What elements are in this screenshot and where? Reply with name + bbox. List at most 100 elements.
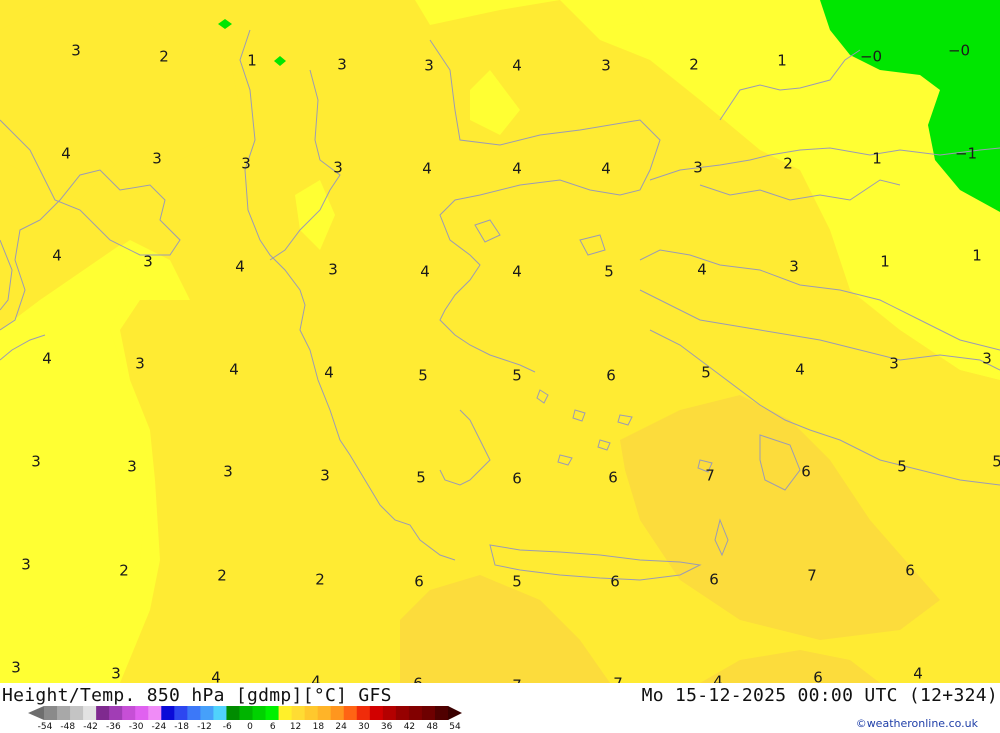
legend-swatch <box>122 706 136 720</box>
contour-value: 3 <box>982 349 992 368</box>
legend-swatch <box>83 706 97 720</box>
legend-swatch <box>239 706 254 720</box>
legend-tick-label: 42 <box>403 722 416 732</box>
legend-tick-label: 12 <box>289 722 302 732</box>
contour-value: −0 <box>947 41 971 60</box>
legend-swatch <box>70 706 84 720</box>
map-canvas <box>0 0 1000 683</box>
contour-value: 2 <box>159 47 169 66</box>
contour-value: 1 <box>880 252 890 271</box>
contour-value: −0 <box>859 47 883 66</box>
legend-swatch <box>382 706 397 720</box>
legend-tick-label: 0 <box>247 722 253 732</box>
legend-swatch <box>148 706 162 720</box>
legend-tick-label: -24 <box>151 722 167 732</box>
legend-tick-label: -36 <box>105 722 121 732</box>
contour-value: 6 <box>608 468 618 487</box>
legend-tick-label: 48 <box>426 722 438 732</box>
contour-value: 1 <box>972 246 982 265</box>
legend-swatch <box>161 706 175 720</box>
contour-value: 3 <box>11 658 21 677</box>
color-scale-legend <box>28 706 462 720</box>
legend-tick-label: 18 <box>312 722 325 732</box>
contour-value: 3 <box>337 55 347 74</box>
legend-arrow-right <box>448 706 462 720</box>
contour-value: 4 <box>52 246 62 265</box>
legend-swatch <box>226 706 240 720</box>
contour-value: 6 <box>606 366 616 385</box>
contour-value: 5 <box>512 366 522 385</box>
contour-value: 3 <box>333 158 343 177</box>
contour-value: 4 <box>512 262 522 281</box>
contour-value: 3 <box>223 462 233 481</box>
legend-tick-label: -12 <box>197 722 212 732</box>
legend-swatch <box>369 706 384 720</box>
contour-value: 4 <box>61 144 71 163</box>
legend-swatch <box>317 706 332 720</box>
legend-swatch <box>421 706 436 720</box>
contour-value: 3 <box>889 354 899 373</box>
contour-value: 4 <box>512 159 522 178</box>
contour-value: 5 <box>701 363 711 382</box>
contour-value: 3 <box>152 149 162 168</box>
contour-value: 6 <box>801 462 811 481</box>
contour-value: 6 <box>709 570 719 589</box>
contour-value: 3 <box>789 257 799 276</box>
legend-swatch <box>252 706 267 720</box>
contour-value: 1 <box>872 149 882 168</box>
credit-link[interactable]: ©weatheronline.co.uk <box>856 717 978 730</box>
contour-value: 7 <box>807 566 817 585</box>
legend-swatch <box>174 706 188 720</box>
map-title: Height/Temp. 850 hPa [gdmp][°C] GFS <box>2 685 392 706</box>
contour-value: −1 <box>954 144 978 163</box>
legend-swatch <box>395 706 410 720</box>
legend-tick-label: 36 <box>380 722 393 732</box>
weather-map <box>0 0 1000 683</box>
contour-value: 3 <box>241 154 251 173</box>
legend-swatch <box>278 706 293 720</box>
legend-swatch <box>408 706 423 720</box>
contour-value: 5 <box>416 468 426 487</box>
legend-swatch <box>356 706 371 720</box>
legend-swatch <box>434 706 449 720</box>
contour-value: 1 <box>777 51 787 70</box>
contour-value: 3 <box>424 56 434 75</box>
contour-value: 6 <box>414 572 424 591</box>
legend-swatch <box>330 706 345 720</box>
legend-swatch <box>304 706 319 720</box>
contour-value: 4 <box>420 262 430 281</box>
legend-swatch <box>213 706 227 720</box>
contour-value: 3 <box>135 354 145 373</box>
contour-value: 5 <box>992 452 1000 471</box>
legend-tick-label: -54 <box>37 722 53 732</box>
contour-value: 5 <box>604 262 614 281</box>
contour-value: 4 <box>229 360 239 379</box>
legend-tick-label: -30 <box>128 722 144 732</box>
contour-value: 3 <box>601 56 611 75</box>
contour-value: 3 <box>21 555 31 574</box>
legend-tick-label: -18 <box>174 722 190 732</box>
contour-value: 4 <box>913 664 923 683</box>
legend-tick-label: 54 <box>449 722 461 732</box>
valid-time: Mo 15-12-2025 00:00 UTC (12+324) <box>641 685 998 706</box>
legend-swatch <box>44 706 58 720</box>
contour-value: 6 <box>905 561 915 580</box>
legend-swatch <box>135 706 149 720</box>
legend-swatch <box>96 706 110 720</box>
contour-value: 4 <box>422 159 432 178</box>
contour-value: 3 <box>31 452 41 471</box>
legend-swatch <box>109 706 123 720</box>
contour-value: 6 <box>512 469 522 488</box>
legend-swatch <box>57 706 71 720</box>
contour-value: 4 <box>795 360 805 379</box>
contour-value: 2 <box>119 561 129 580</box>
contour-value: 3 <box>328 260 338 279</box>
legend-tick-label: -42 <box>83 722 98 732</box>
contour-value: 3 <box>71 41 81 60</box>
contour-value: 6 <box>610 572 620 591</box>
legend-swatch <box>187 706 201 720</box>
contour-value: 1 <box>247 51 257 70</box>
contour-value: 3 <box>693 158 703 177</box>
contour-value: 2 <box>689 55 699 74</box>
legend-swatch <box>265 706 280 720</box>
